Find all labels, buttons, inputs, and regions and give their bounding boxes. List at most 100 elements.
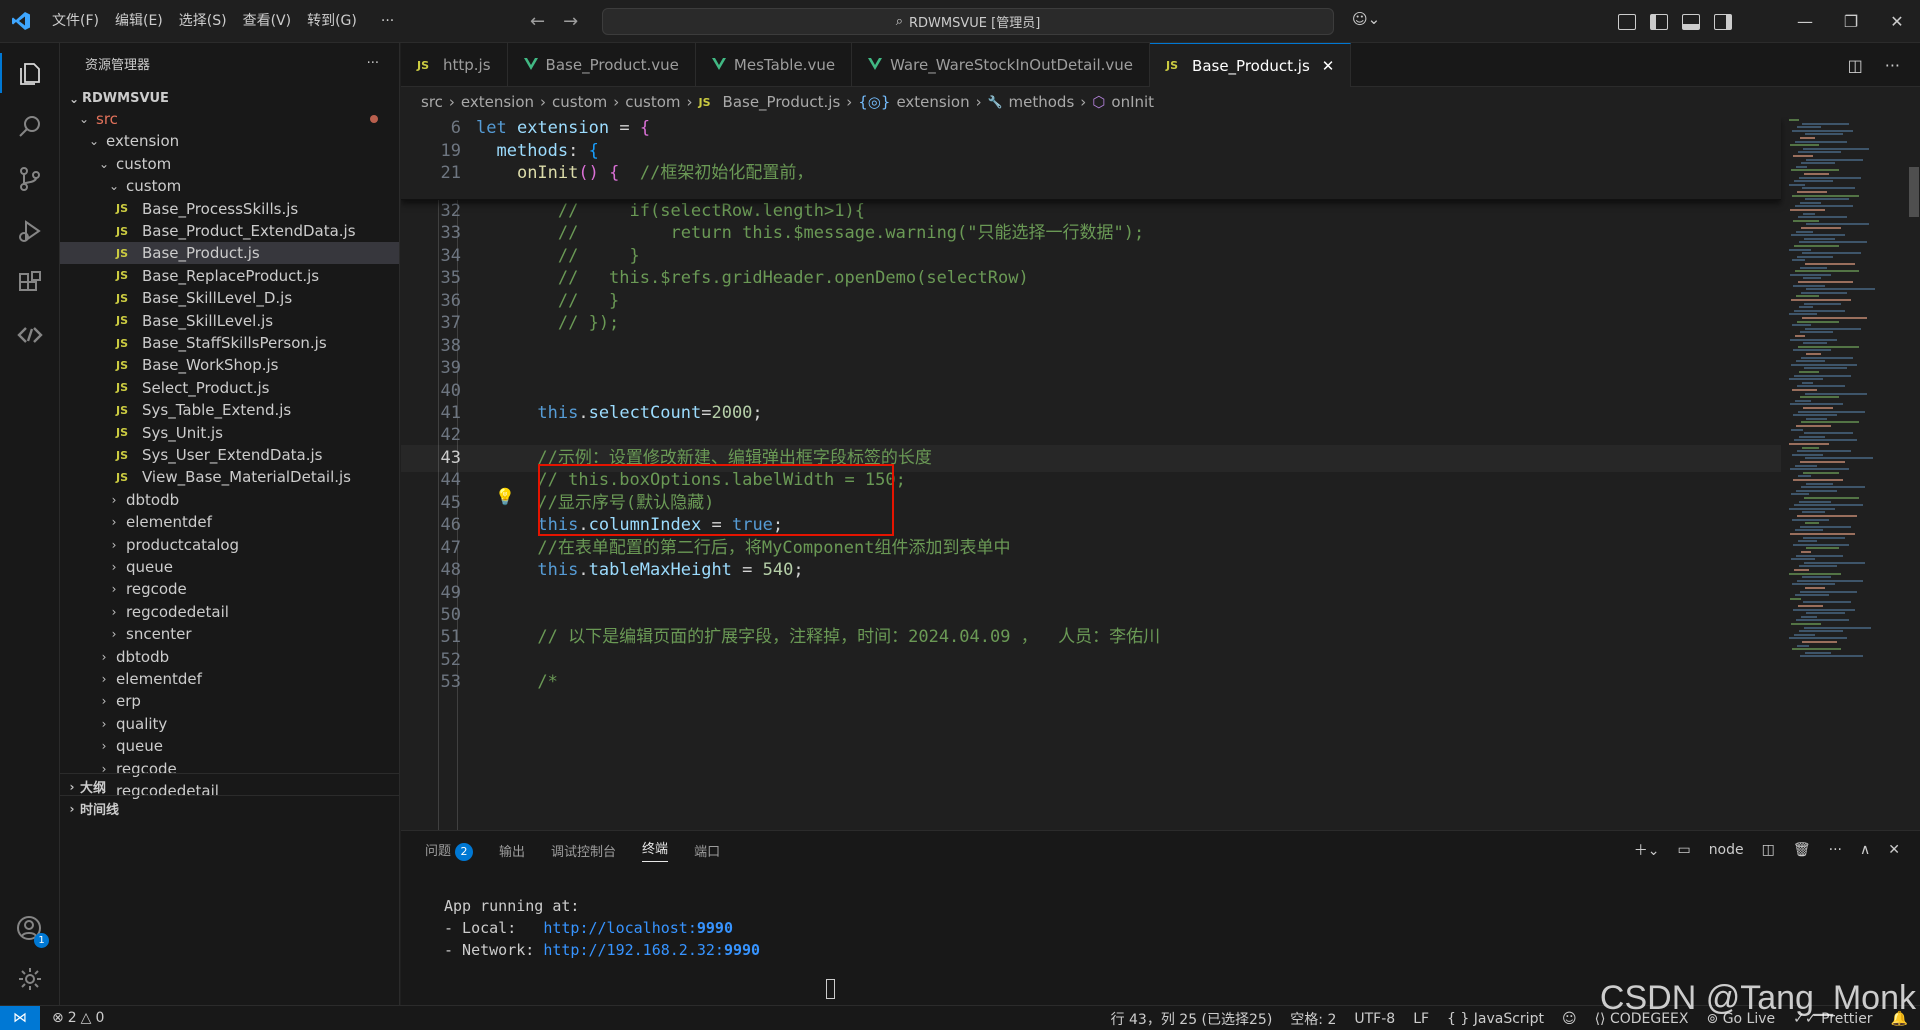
file-item[interactable]: JS Select_Product.js [60, 377, 399, 399]
trash-icon[interactable]: 🗑 [1793, 842, 1811, 858]
terminal-name[interactable]: node [1709, 842, 1744, 858]
folder-item[interactable]: › productcatalog [60, 534, 399, 556]
breadcrumb-item[interactable]: Base_Product.js [723, 93, 841, 111]
minimap[interactable] [1781, 117, 1906, 830]
copilot-icon[interactable]: ☺⌄ [1352, 10, 1380, 28]
restore-icon[interactable]: ❐ [1828, 0, 1874, 43]
explorer-more-button[interactable]: ··· [367, 56, 379, 71]
remote-indicator-icon[interactable]: ⋈ [0, 1005, 40, 1030]
folder-item[interactable]: › dbtodb [60, 646, 399, 668]
close-panel-icon[interactable]: ✕ [1888, 842, 1900, 858]
breadcrumb-item[interactable]: methods [1009, 93, 1075, 111]
folder-item[interactable]: › elementdef [60, 511, 399, 533]
editor-tab[interactable]: Base_Product.vue [508, 43, 696, 87]
menu-item[interactable]: 选择(S) [171, 0, 235, 43]
file-item[interactable]: JS Base_ProcessSkills.js [60, 198, 399, 220]
encoding[interactable]: UTF-8 [1354, 1011, 1395, 1027]
editor-tab[interactable]: MesTable.vue [696, 43, 853, 87]
source-control-icon[interactable] [0, 153, 60, 205]
problems-indicator[interactable]: ⊗ 2 △ 0 [52, 1010, 104, 1026]
folder-item[interactable]: › queue [60, 735, 399, 757]
end-of-line[interactable]: LF [1413, 1011, 1429, 1027]
folder-item[interactable]: › dbtodb [60, 489, 399, 511]
more-menu-button[interactable]: ··· [373, 0, 402, 43]
customize-layout-icon[interactable] [1618, 13, 1636, 30]
folder-item[interactable]: › quality [60, 713, 399, 735]
sticky-line[interactable]: 21 onInit() { //框架初始化配置前， [401, 160, 1781, 188]
panel-tab[interactable]: 终端 [642, 838, 669, 862]
language-mode[interactable]: { } JavaScript [1447, 1011, 1544, 1027]
breadcrumb-item[interactable]: extension [461, 93, 534, 111]
folder-item[interactable]: › elementdef [60, 668, 399, 690]
file-item[interactable]: JS Base_WorkShop.js [60, 354, 399, 376]
breadcrumb-item[interactable]: custom [552, 93, 607, 111]
folder-item[interactable]: › erp [60, 690, 399, 712]
folder-item[interactable]: ⌄ custom [60, 153, 399, 175]
editor-scrollbar[interactable] [1906, 117, 1920, 830]
split-editor-icon[interactable]: ◫ [1848, 56, 1863, 75]
menu-item[interactable]: 转到(G) [299, 0, 365, 43]
editor-tab[interactable]: Ware_WareStockInOutDetail.vue [852, 43, 1151, 87]
folder-item[interactable]: › regcodedetail [60, 601, 399, 623]
file-item[interactable]: JS Base_Product_ExtendData.js [60, 220, 399, 242]
forward-arrow-icon[interactable]: → [563, 11, 578, 32]
back-arrow-icon[interactable]: ← [530, 11, 545, 32]
terminal-icon[interactable]: ▭ [1677, 842, 1690, 858]
file-item[interactable]: JS Sys_Unit.js [60, 422, 399, 444]
terminal-output[interactable]: App running at: - Local: http://localhos… [444, 895, 760, 961]
folder-item[interactable]: › queue [60, 556, 399, 578]
cursor-position[interactable]: 行 43，列 25 (已选择25) [1111, 1009, 1273, 1029]
file-item[interactable]: JS View_Base_MaterialDetail.js [60, 466, 399, 488]
toggle-secondary-sidebar-icon[interactable] [1714, 13, 1732, 30]
remote-explorer-icon[interactable] [0, 309, 60, 361]
copilot-status-icon[interactable]: ☺ [1562, 1011, 1577, 1027]
breadcrumb-item[interactable]: extension [896, 93, 969, 111]
accounts-icon[interactable]: 1 [0, 903, 60, 955]
code-line[interactable]: 53 /* [401, 669, 1781, 697]
terminal-local-url[interactable]: http://localhost: [543, 919, 697, 937]
explorer-icon[interactable] [0, 47, 60, 99]
panel-tab[interactable]: 问题 2 [425, 840, 474, 861]
menu-item[interactable]: 文件(F) [44, 0, 107, 43]
more-actions-icon[interactable]: ··· [1885, 56, 1900, 75]
toggle-panel-icon[interactable] [1682, 13, 1700, 30]
minimize-icon[interactable]: — [1782, 0, 1828, 43]
breadcrumb-item[interactable]: src [421, 93, 443, 111]
file-item[interactable]: JS Base_Product.js [60, 242, 399, 265]
more-actions-icon[interactable]: ··· [1829, 842, 1842, 858]
file-item[interactable]: JS Base_SkillLevel_D.js [60, 287, 399, 309]
command-center-search[interactable]: ⌕ RDWMSVUE [管理员] [602, 8, 1334, 35]
split-terminal-icon[interactable]: ◫ [1762, 842, 1775, 858]
close-tab-icon[interactable]: ✕ [1322, 57, 1335, 75]
file-item[interactable]: JS Base_SkillLevel.js [60, 310, 399, 332]
folder-item[interactable]: › sncenter [60, 623, 399, 645]
file-item[interactable]: JS Sys_Table_Extend.js [60, 399, 399, 421]
close-window-icon[interactable]: ✕ [1874, 0, 1920, 43]
menu-item[interactable]: 查看(V) [235, 0, 300, 43]
panel-tab[interactable]: 输出 [499, 841, 525, 860]
editor-tab[interactable]: JS http.js [401, 43, 508, 87]
file-item[interactable]: JS Base_ReplaceProduct.js [60, 265, 399, 287]
lightbulb-icon[interactable]: 💡 [495, 487, 515, 506]
toggle-primary-sidebar-icon[interactable] [1650, 13, 1668, 30]
maximize-panel-icon[interactable]: ∧ [1860, 842, 1870, 858]
timeline-section[interactable]: › 时间线 [60, 795, 399, 821]
terminal-local-port[interactable]: 9990 [697, 919, 733, 937]
menu-item[interactable]: 编辑(E) [107, 0, 171, 43]
scrollbar-thumb[interactable] [1909, 167, 1919, 217]
folder-item[interactable]: ⌄ src [60, 108, 399, 130]
settings-gear-icon[interactable] [0, 953, 60, 1005]
editor-tab[interactable]: JS Base_Product.js ✕ [1150, 43, 1352, 87]
breadcrumb-item[interactable]: onInit [1111, 93, 1154, 111]
terminal-network-port[interactable]: 9990 [724, 941, 760, 959]
file-item[interactable]: JS Sys_User_ExtendData.js [60, 444, 399, 466]
indentation[interactable]: 空格: 2 [1290, 1009, 1336, 1029]
folder-item[interactable]: › regcode [60, 578, 399, 600]
panel-tab[interactable]: 端口 [694, 841, 720, 860]
terminal-network-url[interactable]: http://192.168.2.32: [543, 941, 724, 959]
run-debug-icon[interactable] [0, 205, 60, 257]
code-editor[interactable]: 30 // return this.$message.warning("请至少选… [401, 117, 1920, 830]
breadcrumb-item[interactable]: custom [625, 93, 680, 111]
search-view-icon[interactable] [0, 101, 60, 153]
folder-item[interactable]: ⌄ custom [60, 175, 399, 197]
